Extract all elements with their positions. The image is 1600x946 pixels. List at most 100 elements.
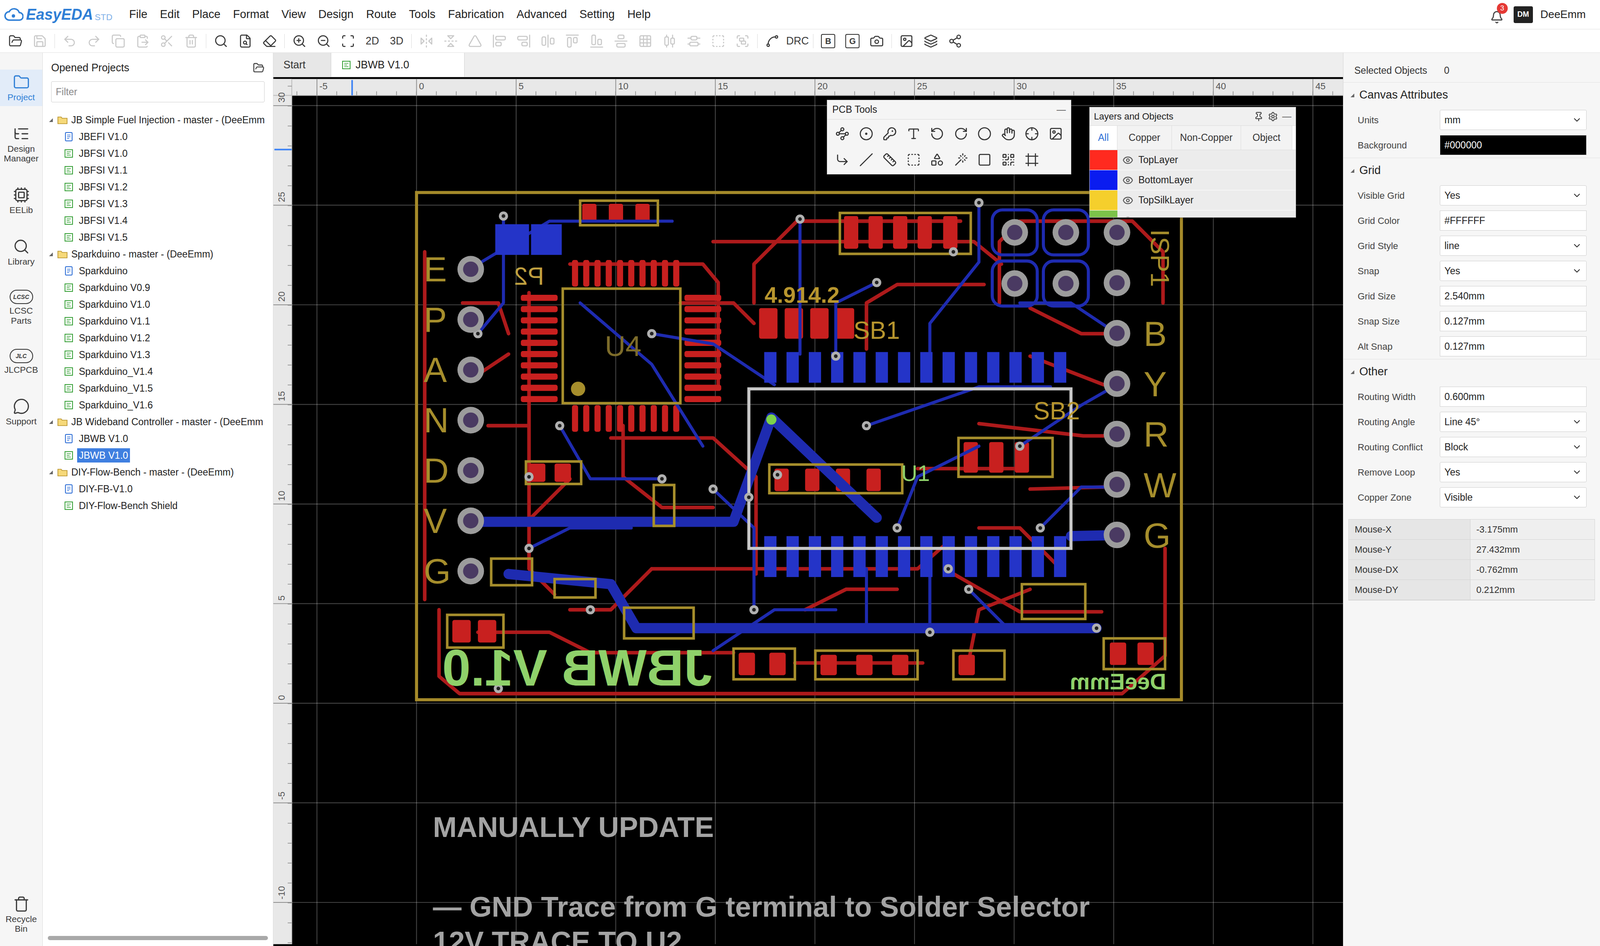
toolbar-button[interactable]	[287, 30, 312, 52]
center-arc-icon[interactable]	[953, 126, 969, 141]
pcb-tool-button[interactable]	[1044, 122, 1068, 146]
canvas-origin-icon[interactable]	[1024, 152, 1039, 167]
pcb-tool-button[interactable]	[877, 122, 902, 146]
align-left-icon[interactable]	[492, 33, 507, 49]
toolbar-button[interactable]	[257, 30, 282, 52]
eraser-icon[interactable]	[262, 33, 277, 49]
color-field[interactable]: #FFFFFF	[1439, 210, 1587, 231]
track-icon[interactable]	[835, 126, 850, 141]
menu-item[interactable]: View	[281, 5, 306, 24]
group-icon[interactable]	[735, 33, 750, 49]
document-row[interactable]: Sparkduino_V1.5	[42, 379, 273, 397]
toolbar-button[interactable]	[106, 30, 131, 52]
pad-icon[interactable]	[859, 126, 874, 141]
toolbar-button[interactable]	[311, 30, 336, 52]
library-icon[interactable]	[12, 238, 30, 255]
chevron-down-icon[interactable]	[1571, 240, 1582, 251]
rail-item[interactable]: LCSCLCSC Parts	[0, 285, 43, 330]
chevron-down-icon[interactable]	[1571, 492, 1582, 503]
barcode-icon[interactable]	[1001, 152, 1016, 167]
layers-panel[interactable]: Layers and Objects—AllCopperNon-CopperOb…	[1089, 106, 1297, 218]
project-row[interactable]: Sparkduino - master - (DeeEmm)	[42, 245, 273, 263]
toolbar-button[interactable]	[3, 30, 28, 52]
pin-icon[interactable]	[1253, 111, 1264, 122]
pcb-tool-button[interactable]	[901, 122, 926, 146]
menu-item[interactable]: Help	[627, 5, 651, 24]
rail-item[interactable]: Design Manager	[0, 121, 43, 168]
menu-item[interactable]: Setting	[579, 5, 615, 24]
expand-caret-icon[interactable]	[47, 418, 54, 425]
select-box-icon[interactable]	[711, 33, 726, 49]
eelib-icon[interactable]	[12, 186, 30, 204]
menu-item[interactable]: Design	[318, 5, 354, 24]
undo-icon[interactable]	[62, 33, 77, 49]
toolbar-button[interactable]	[438, 30, 463, 52]
horizontal-scrollbar[interactable]	[47, 935, 268, 941]
toolbar-button[interactable]: B	[815, 30, 841, 52]
select-field[interactable]: Yes	[1439, 462, 1587, 483]
toolbar-button[interactable]	[130, 30, 155, 52]
text-field[interactable]: 0.600mm	[1439, 386, 1587, 407]
cut-icon[interactable]	[159, 33, 175, 49]
fit-icon[interactable]	[340, 33, 356, 49]
select-field[interactable]: line	[1439, 235, 1587, 256]
menu-item[interactable]: Fabrication	[447, 5, 504, 24]
expand-caret-icon[interactable]	[47, 469, 54, 476]
minimize-button[interactable]: —	[1056, 102, 1066, 117]
select-field[interactable]: Yes	[1439, 185, 1587, 206]
angle-icon[interactable]	[859, 152, 874, 167]
document-row[interactable]: JBFSI V1.2	[42, 178, 273, 196]
toolbar-button[interactable]	[730, 30, 755, 52]
connect-pad-icon[interactable]	[835, 152, 850, 167]
layer-row[interactable]	[1089, 210, 1296, 218]
menu-item[interactable]: Format	[233, 5, 270, 24]
toolbar-button[interactable]	[233, 30, 258, 52]
section-header[interactable]: Other	[1343, 358, 1600, 385]
toolbar-button[interactable]	[208, 30, 234, 52]
toolbar-button[interactable]	[57, 30, 82, 52]
panel-titlebar[interactable]: Layers and Objects—	[1089, 107, 1296, 126]
toolbar-button[interactable]	[942, 30, 968, 52]
pcb-tool-button[interactable]	[925, 148, 950, 172]
document-row[interactable]: JBWB V1.0	[42, 446, 273, 464]
text-field[interactable]: 0.127mm	[1439, 336, 1587, 357]
toolbar-button[interactable]	[154, 30, 180, 52]
align-top-icon[interactable]	[565, 33, 580, 49]
document-row[interactable]: JBFSI V1.3	[42, 195, 273, 213]
pcb-tool-button[interactable]	[1020, 122, 1045, 146]
select-field[interactable]: Yes	[1439, 260, 1587, 281]
solid-region-icon[interactable]	[977, 152, 992, 167]
pcb-tools-panel[interactable]: PCB Tools—	[826, 99, 1072, 175]
photo-view-icon[interactable]	[869, 33, 884, 49]
toolbar-button[interactable]	[535, 30, 561, 52]
pcb-tool-button[interactable]	[877, 148, 902, 172]
filter-input[interactable]	[51, 81, 265, 103]
text-field[interactable]: 0.127mm	[1439, 311, 1587, 332]
menu-item[interactable]: Tools	[408, 5, 436, 24]
pcb-tool-button[interactable]	[996, 148, 1021, 172]
document-row[interactable]: JBFSI V1.4	[42, 212, 273, 229]
circle-icon[interactable]	[977, 126, 992, 141]
paste-icon[interactable]	[135, 33, 150, 49]
minimize-button[interactable]: —	[1282, 109, 1292, 124]
share-icon[interactable]	[948, 33, 963, 49]
flip-vertical-icon[interactable]	[443, 33, 458, 49]
chevron-down-icon[interactable]	[1571, 416, 1582, 427]
menu-item[interactable]: Place	[192, 5, 221, 24]
layer-color-swatch[interactable]	[1089, 190, 1118, 211]
polygon-icon[interactable]	[929, 152, 945, 167]
expand-caret-icon[interactable]	[1349, 167, 1356, 174]
document-row[interactable]: Sparkduino V1.2	[42, 329, 273, 347]
document-row[interactable]: DIY-FB-V1.0	[42, 480, 273, 498]
notifications[interactable]: 3	[1487, 5, 1507, 24]
distribute-h-icon[interactable]	[662, 33, 677, 49]
rail-item[interactable]: Support	[0, 393, 43, 431]
route-icon[interactable]	[765, 33, 780, 49]
pcb-tool-button[interactable]	[901, 148, 926, 172]
open-project-icon[interactable]	[252, 62, 265, 74]
toolbar-button[interactable]	[864, 30, 889, 52]
pcb-tool-button[interactable]	[996, 122, 1021, 146]
align-right-icon[interactable]	[516, 33, 531, 49]
menu-item[interactable]: Advanced	[516, 5, 567, 24]
toolbar-button[interactable]	[760, 30, 785, 52]
